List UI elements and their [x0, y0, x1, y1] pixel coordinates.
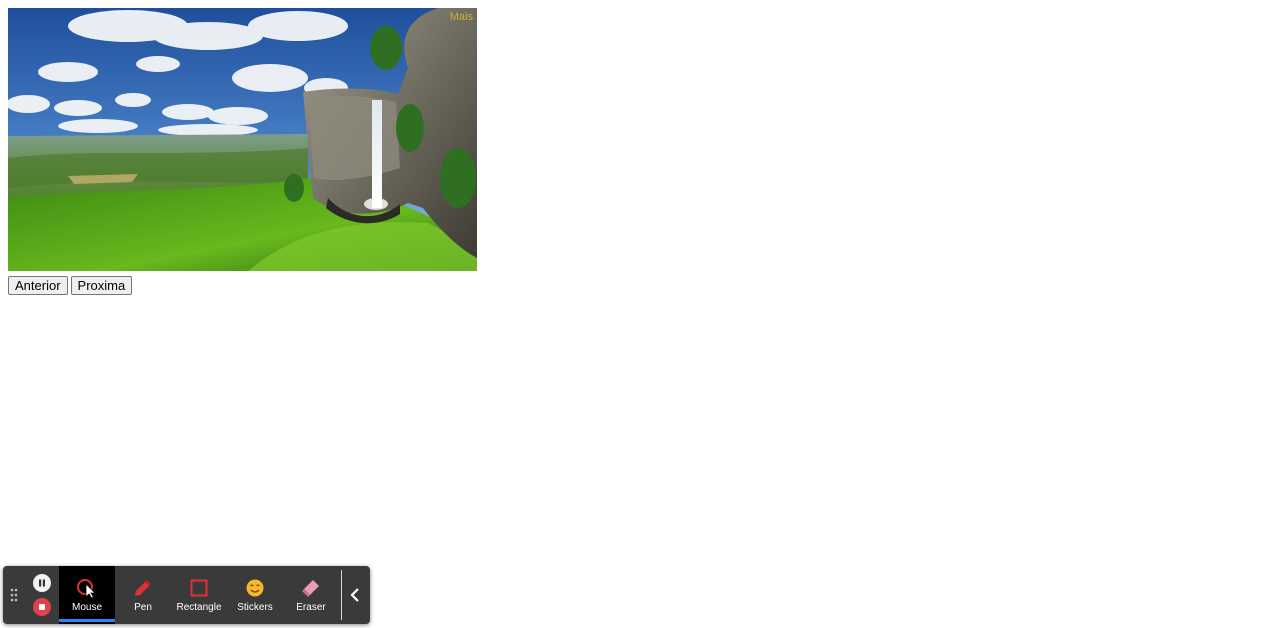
collapse-toolbar-button[interactable]: [342, 566, 368, 624]
stop-icon: [39, 604, 45, 610]
drag-handle[interactable]: [3, 566, 25, 624]
tool-label: Mouse: [71, 601, 102, 613]
chevron-left-icon: [350, 588, 359, 602]
eraser-icon: [302, 579, 319, 597]
drag-grip-icon: [10, 588, 18, 602]
slideshow-image: Mais: [8, 8, 477, 271]
tool-label: Rectangle: [176, 601, 222, 613]
rectangle-icon: [190, 579, 208, 596]
tool-stickers[interactable]: Stickers: [227, 566, 283, 624]
tool-eraser[interactable]: Eraser: [283, 566, 339, 624]
tool-mouse[interactable]: Mouse: [59, 566, 115, 624]
next-button[interactable]: Proxima: [70, 276, 133, 295]
sticker-emoji-icon: [246, 579, 264, 596]
tool-rectangle[interactable]: Rectangle: [171, 566, 227, 624]
stop-button[interactable]: [33, 598, 51, 616]
tool-label: Pen: [134, 601, 152, 613]
slideshow-controls: Anterior Proxima: [8, 276, 133, 295]
pause-button[interactable]: [33, 574, 51, 592]
pen-icon: [135, 579, 151, 596]
tool-pen[interactable]: Pen: [115, 566, 171, 624]
mouse-cursor-icon: [77, 578, 96, 598]
tool-label: Eraser: [296, 601, 326, 613]
landscape-waterfall-image: [8, 8, 477, 271]
tool-label: Stickers: [237, 601, 273, 613]
previous-button[interactable]: Anterior: [8, 276, 68, 295]
page: Mais Anterior Proxima Mouse Pen Rectangl…: [0, 0, 1280, 628]
annotation-toolbar: Mouse Pen Rectangle Stickers Eraser: [3, 566, 370, 624]
slide-caption: Mais: [449, 11, 473, 23]
recording-controls: [25, 566, 59, 624]
pause-icon: [39, 579, 45, 587]
